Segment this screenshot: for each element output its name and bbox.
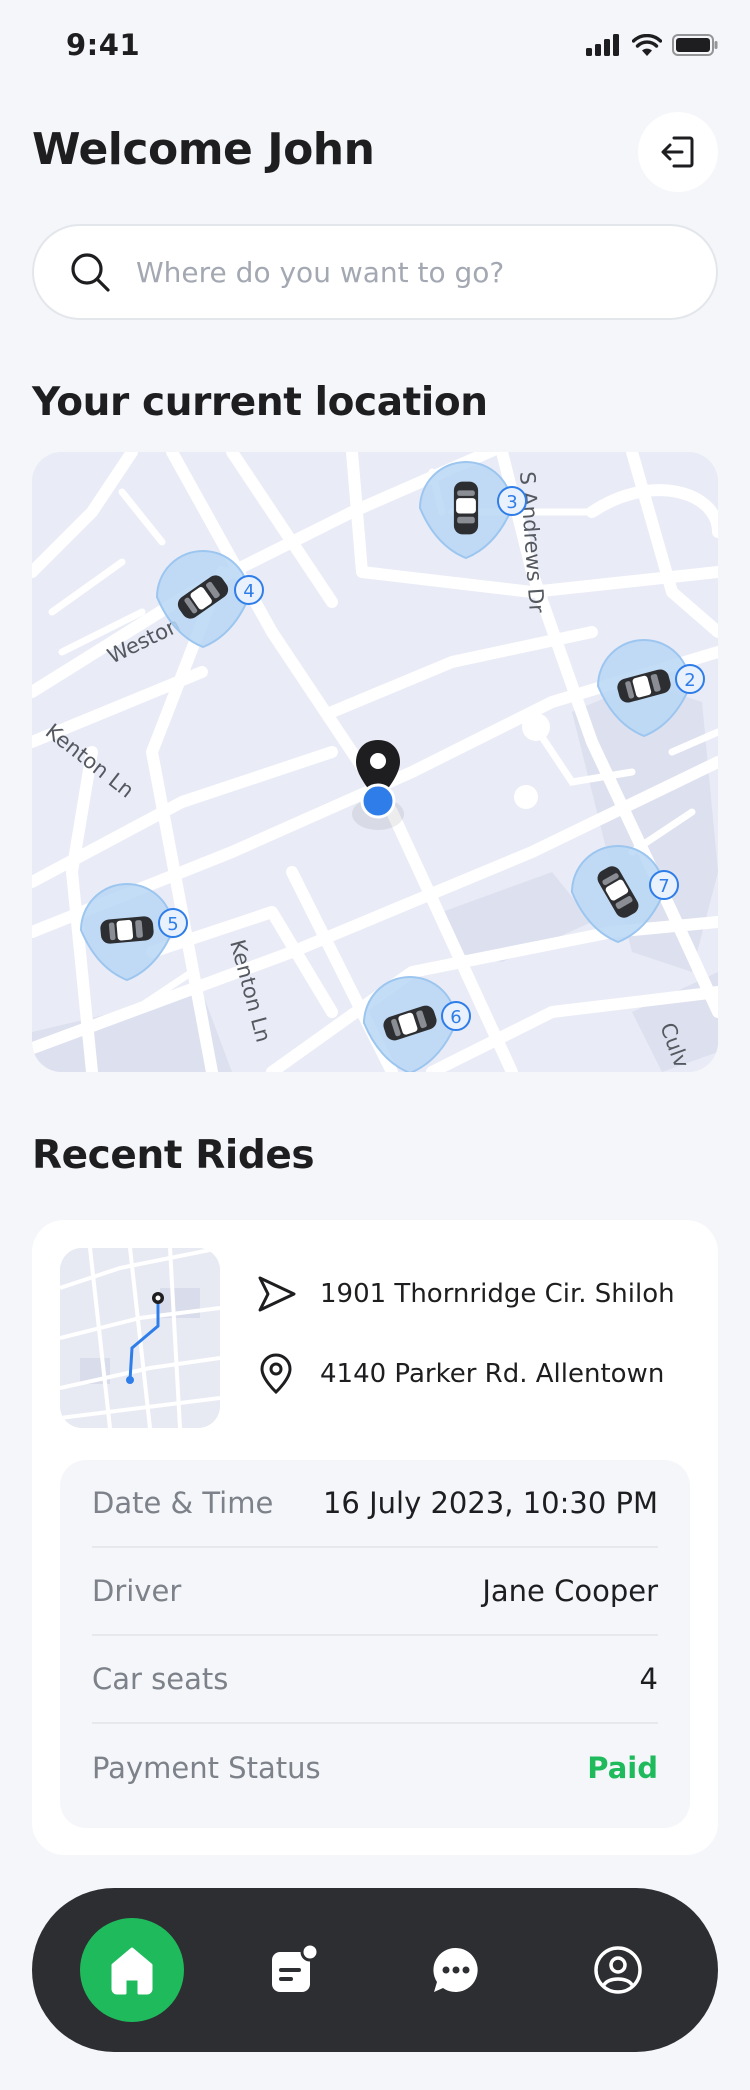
battery-icon: [672, 34, 718, 56]
app-screen: 9:41 Welcome John Where do you want to g…: [0, 0, 750, 2090]
detail-label: Driver: [92, 1574, 182, 1608]
detail-value: 16 July 2023, 10:30 PM: [322, 1486, 658, 1520]
logout-button[interactable]: [638, 112, 718, 192]
detail-row-payment: Payment Status Paid: [92, 1724, 658, 1812]
rides-icon: [272, 1942, 320, 1992]
nav-profile-button[interactable]: [566, 1918, 670, 2022]
signal-icon: [586, 34, 619, 56]
car-number-7: 7: [658, 876, 669, 897]
nav-rides-button[interactable]: [242, 1918, 346, 2022]
search-icon: [71, 253, 110, 292]
logout-icon: [661, 136, 694, 168]
payment-status-badge: Paid: [587, 1751, 658, 1785]
nav-chat-button[interactable]: [404, 1918, 508, 2022]
navigation-arrow-icon: [258, 1276, 296, 1312]
detail-value: Jane Cooper: [482, 1574, 658, 1608]
ride-details: Date & Time 16 July 2023, 10:30 PM Drive…: [60, 1460, 690, 1828]
bottom-nav: [32, 1888, 718, 2052]
car-number-6: 6: [450, 1007, 461, 1028]
location-map[interactable]: Weston Kenton Ln Kenton Ln S Andrews Dr …: [32, 452, 718, 1072]
status-icons: [586, 30, 718, 60]
search-input[interactable]: [136, 255, 696, 289]
recent-ride-card[interactable]: 1901 Thornridge Cir. Shiloh 4140 Parker …: [32, 1220, 718, 1855]
ride-to-address: 4140 Parker Rd. Allentown: [320, 1359, 665, 1389]
detail-label: Car seats: [92, 1662, 229, 1696]
car-number-5: 5: [167, 914, 178, 935]
current-location-title: Your current location: [32, 380, 488, 425]
ride-from-row: 1901 Thornridge Cir. Shiloh: [254, 1272, 675, 1316]
status-time: 9:41: [66, 28, 141, 62]
ride-route-map: [60, 1248, 220, 1428]
car-number-4: 4: [243, 581, 254, 602]
car-number-2: 2: [684, 670, 695, 691]
recent-rides-title: Recent Rides: [32, 1133, 315, 1178]
wifi-icon: [632, 34, 662, 56]
detail-row-driver: Driver Jane Cooper: [92, 1548, 658, 1636]
car-number-3: 3: [506, 492, 517, 513]
detail-row-seats: Car seats 4: [92, 1636, 658, 1724]
search-bar[interactable]: [32, 224, 718, 320]
detail-label: Date & Time: [92, 1486, 274, 1520]
detail-value: 4: [639, 1662, 658, 1696]
chat-icon: [433, 1947, 478, 1992]
detail-row-date: Date & Time 16 July 2023, 10:30 PM: [92, 1460, 658, 1548]
profile-icon: [594, 1946, 642, 1994]
nav-home-button[interactable]: [80, 1918, 184, 2022]
location-pin-icon: [260, 1353, 292, 1395]
ride-to-row: 4140 Parker Rd. Allentown: [254, 1352, 664, 1396]
detail-label: Payment Status: [92, 1751, 321, 1785]
ride-from-address: 1901 Thornridge Cir. Shiloh: [320, 1279, 675, 1309]
home-icon: [111, 1947, 153, 1995]
welcome-title: Welcome John: [32, 124, 375, 175]
